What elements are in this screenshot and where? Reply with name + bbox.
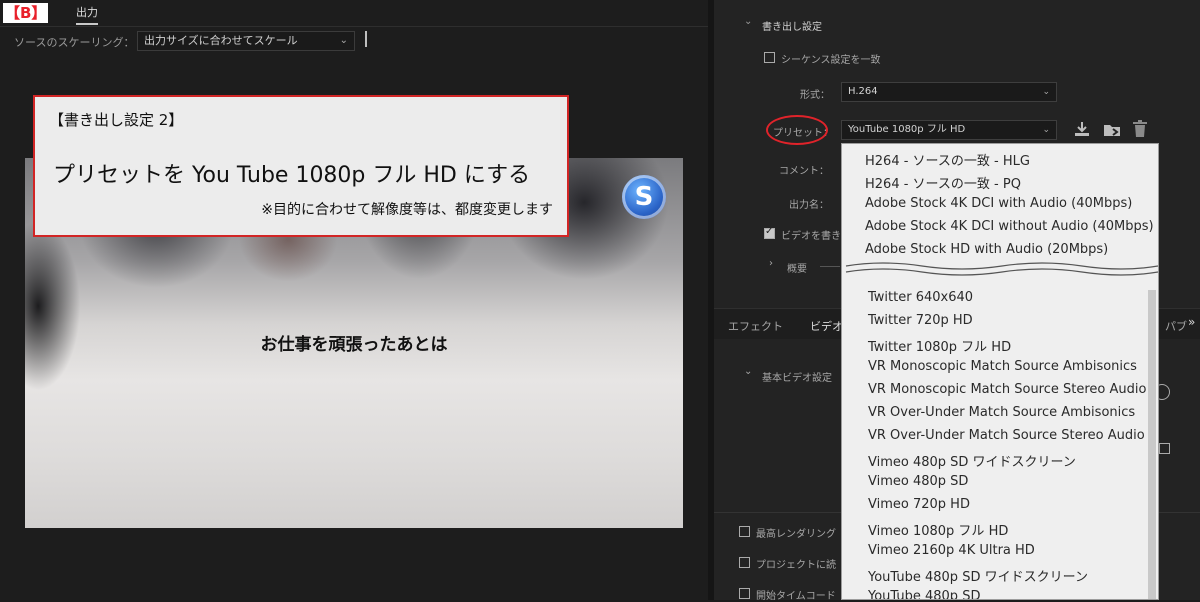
summary-label: 概要 [787, 264, 807, 275]
annotation-callout: 【書き出し設定 2】 プリセットを You Tube 1080p フル HD に… [33, 95, 569, 237]
export-video-checkbox[interactable] [764, 226, 775, 239]
export-settings-heading: 書き出し設定 [762, 22, 822, 33]
settings-checkbox[interactable] [1159, 443, 1170, 454]
preset-option[interactable]: Twitter 1080p フル HD [842, 336, 1158, 355]
collapse-chevron-icon[interactable]: ⌄ [744, 366, 752, 377]
preset-option[interactable]: Twitter 720p HD [842, 313, 1158, 328]
source-scaling-select[interactable]: 出力サイズに合わせてスケール ⌄ [137, 31, 355, 51]
format-select[interactable]: H.264 ⌄ [841, 82, 1057, 102]
preset-option[interactable]: VR Over-Under Match Source Ambisonics [842, 405, 1158, 420]
preset-option[interactable]: VR Monoscopic Match Source Ambisonics [842, 359, 1158, 374]
preset-option[interactable]: Adobe Stock HD with Audio (20Mbps) [842, 242, 1158, 257]
preset-option[interactable]: Vimeo 480p SD [842, 474, 1158, 489]
logo-letter: S [634, 182, 654, 212]
preset-highlight-circle [766, 115, 828, 145]
comment-label: コメント： [779, 166, 829, 177]
output-name-label: 出力名： [789, 200, 829, 211]
channel-logo: S [622, 175, 666, 219]
tab-output[interactable]: 出力 [76, 4, 98, 25]
preset-option[interactable]: Vimeo 1080p フル HD [842, 520, 1158, 539]
chevron-down-icon: ⌄ [1042, 125, 1050, 135]
chevron-down-icon: ⌄ [1042, 87, 1050, 97]
preset-option[interactable]: H264 - ソースの一致 - HLG [842, 150, 1158, 169]
format-label: 形式： [800, 90, 830, 101]
preset-option[interactable]: VR Monoscopic Match Source Stereo Audio [842, 382, 1158, 397]
preset-option[interactable]: VR Over-Under Match Source Stereo Audio [842, 428, 1158, 443]
source-scaling-label: ソースのスケーリング： [14, 36, 135, 49]
video-caption: お仕事を頑張ったあとは [260, 335, 448, 355]
preset-option[interactable]: Adobe Stock 4K DCI without Audio (40Mbps… [842, 219, 1158, 234]
text-cursor [365, 31, 367, 47]
preset-option[interactable]: Vimeo 720p HD [842, 497, 1158, 512]
divider [820, 266, 840, 267]
save-preset-icon[interactable] [1073, 120, 1091, 138]
list-break-wave [845, 262, 1158, 276]
preset-option[interactable]: Twitter 640x640 [842, 290, 1158, 305]
start-timecode-checkbox[interactable] [739, 588, 750, 599]
match-sequence-checkbox[interactable] [764, 52, 775, 63]
tab-video[interactable]: ビデオ [810, 318, 843, 334]
annotation-title: 【書き出し設定 2】 [49, 111, 184, 129]
import-into-project-checkbox[interactable] [739, 557, 750, 568]
panel-tab-bar: 出力 [0, 0, 708, 27]
source-scaling-value: 出力サイズに合わせてスケール [144, 34, 298, 47]
preset-select[interactable]: YouTube 1080p フル HD ⌄ [841, 120, 1057, 140]
preset-option[interactable]: YouTube 480p SD [842, 589, 1158, 599]
max-render-quality-checkbox[interactable] [739, 526, 750, 537]
preset-value: YouTube 1080p フル HD [848, 124, 966, 135]
section-tag: 【B】 [3, 3, 49, 23]
preset-option[interactable]: Adobe Stock 4K DCI with Audio (40Mbps) [842, 196, 1158, 211]
match-sequence-label: シーケンス設定を一致 [781, 55, 881, 66]
annotation-main-text: プリセットを You Tube 1080p フル HD にする [53, 163, 531, 188]
dropdown-scrollbar[interactable] [1148, 290, 1156, 599]
source-panel: 出力 ソースのスケーリング： 出力サイズに合わせてスケール ⌄ S お仕事を頑張… [0, 0, 708, 600]
preset-option[interactable]: YouTube 480p SD ワイドスクリーン [842, 566, 1158, 585]
import-preset-icon[interactable] [1102, 120, 1122, 138]
max-render-quality-label: 最高レンダリング [756, 529, 836, 540]
chevron-down-icon: ⌄ [339, 35, 348, 46]
expand-chevron-icon[interactable]: › [769, 258, 773, 269]
preset-dropdown-list[interactable]: H264 - ソースの一致 - HLG H264 - ソースの一致 - PQ Ado… [841, 143, 1159, 600]
tab-effects[interactable]: エフェクト [728, 318, 783, 334]
tab-publish[interactable]: パブ [1165, 318, 1187, 334]
annotation-note: ※目的に合わせて解像度等は、都度変更します [261, 202, 553, 218]
collapse-chevron-icon[interactable]: ⌄ [744, 16, 752, 27]
export-video-label: ビデオを書き [781, 231, 841, 242]
preset-option[interactable]: Vimeo 2160p 4K Ultra HD [842, 543, 1158, 558]
preset-option[interactable]: Vimeo 480p SD ワイドスクリーン [842, 451, 1158, 470]
format-value: H.264 [848, 86, 878, 97]
overflow-chevron-icon[interactable]: » [1188, 315, 1195, 329]
preset-option[interactable]: H264 - ソースの一致 - PQ [842, 173, 1158, 192]
delete-preset-icon[interactable] [1132, 119, 1148, 138]
import-into-project-label: プロジェクトに読 [756, 560, 836, 571]
basic-video-settings-heading: 基本ビデオ設定 [762, 373, 832, 384]
